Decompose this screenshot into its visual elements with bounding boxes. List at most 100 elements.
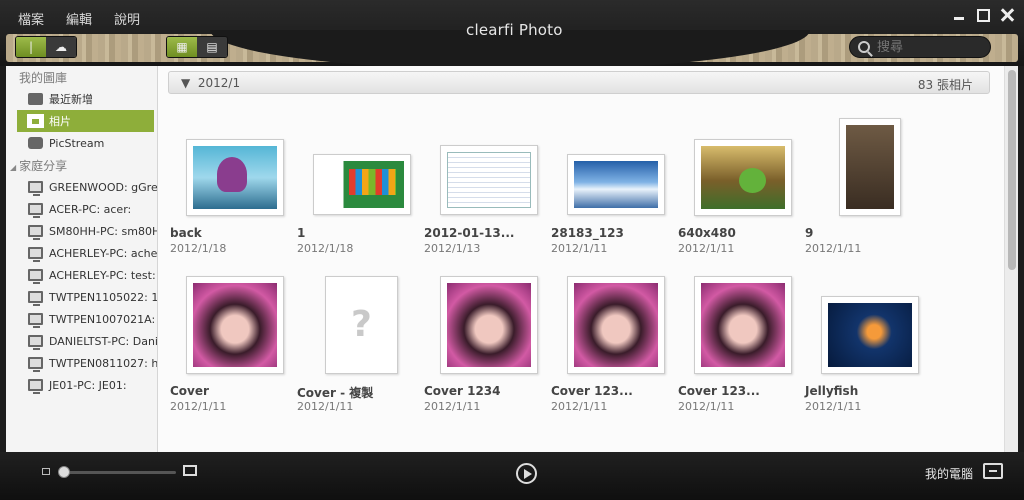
photo-area: ▼ 2012/1 83 張相片 back 2012/1/18 1 2012/1/18 2… xyxy=(158,66,1004,452)
sidebar-item-share[interactable]: ACHERLEY-PC: acherle xyxy=(6,242,157,264)
sidebar-item-label: 相片 xyxy=(49,115,71,128)
computer-icon xyxy=(28,181,43,196)
sidebar-item-share[interactable]: GREENWOOD: gGree xyxy=(6,176,157,198)
sidebar-item-share[interactable]: ACHERLEY-PC: test: xyxy=(6,264,157,286)
photo-image xyxy=(574,283,658,367)
minimize-icon[interactable] xyxy=(952,8,966,22)
photo-thumbnail[interactable] xyxy=(821,296,919,374)
computer-icon xyxy=(28,335,43,350)
photo-thumbnail[interactable] xyxy=(567,154,665,215)
computer-icon xyxy=(28,203,43,218)
photo-thumbnail[interactable] xyxy=(694,276,792,374)
photo-thumbnail[interactable] xyxy=(440,276,538,374)
photo-thumbnail[interactable] xyxy=(567,276,665,374)
photo-image xyxy=(701,146,785,209)
slideshow-play-icon[interactable] xyxy=(516,463,537,484)
large-thumbnail-icon xyxy=(183,465,197,476)
sidebar-item-label: ACER-PC: acer: xyxy=(49,202,132,216)
photo-thumbnail[interactable] xyxy=(839,118,901,216)
view-toggle: ▦ ▤ xyxy=(166,36,228,58)
sidebar-item-label: ACHERLEY-PC: test: xyxy=(49,268,156,282)
search-icon xyxy=(858,41,870,53)
close-icon[interactable] xyxy=(1000,8,1014,22)
bottom-bar: 我的電腦 xyxy=(0,452,1024,500)
photo-date: 2012/1/11 xyxy=(678,242,735,255)
photo-date: 2012/1/11 xyxy=(424,400,481,413)
computer-icon xyxy=(28,379,43,394)
group-header[interactable]: ▼ 2012/1 83 張相片 xyxy=(168,71,990,94)
photo-name: 640x480 xyxy=(678,226,736,240)
menu-file[interactable]: 檔案 xyxy=(18,9,44,28)
photo-thumbnail[interactable] xyxy=(440,145,538,215)
search-input[interactable] xyxy=(877,39,977,55)
computer-icon xyxy=(28,225,43,240)
sidebar-item-share[interactable]: TWTPEN0811027: hh: xyxy=(6,352,157,374)
photo-name: Cover - 複製 xyxy=(297,386,374,400)
sidebar-item-label: TWTPEN1007021A: 100 xyxy=(49,312,157,326)
sidebar-item-share[interactable]: TWTPEN1105022: 1105 xyxy=(6,286,157,308)
vertical-scrollbar[interactable] xyxy=(1004,66,1018,452)
library-heading: 我的圖庫 xyxy=(19,71,68,85)
my-computer-label[interactable]: 我的電腦 xyxy=(925,465,973,482)
photo-image xyxy=(828,303,912,367)
photo-thumbnail[interactable] xyxy=(694,139,792,216)
sidebar-item-photos[interactable]: 相片 xyxy=(17,110,154,132)
photo-date: 2012/1/18 xyxy=(170,242,227,255)
slider-knob[interactable] xyxy=(58,466,70,478)
photo-image xyxy=(447,283,531,367)
sidebar-item-share[interactable]: SM80HH-PC: sm80HH xyxy=(6,220,157,242)
camera-icon xyxy=(28,137,43,149)
sidebar-item-share[interactable]: JE01-PC: JE01: xyxy=(6,374,157,396)
share-list: GREENWOOD: gGree ACER-PC: acer: SM80HH-PC:… xyxy=(6,176,157,396)
photo-thumbnail[interactable] xyxy=(325,276,398,374)
menu-bar: 檔案 編輯 說明 xyxy=(18,9,140,28)
photo-image xyxy=(846,125,894,209)
photo-name: 2012-01-13... xyxy=(424,226,515,240)
computer-icon xyxy=(28,357,43,372)
photo-image xyxy=(447,152,531,208)
app-title: clearfi Photo xyxy=(466,21,563,39)
photo-name: 9 xyxy=(805,226,814,240)
cloud-download-icon[interactable]: ☁ xyxy=(46,37,76,57)
photo-thumbnail[interactable] xyxy=(186,276,284,374)
computer-icon xyxy=(28,247,43,262)
menu-help[interactable]: 說明 xyxy=(114,9,140,28)
scrollbar-thumb[interactable] xyxy=(1008,70,1016,270)
sidebar-item-picstream[interactable]: PicStream xyxy=(6,132,157,154)
photo-name: Cover xyxy=(170,384,209,398)
download-icon xyxy=(28,93,43,105)
photo-name: 1 xyxy=(297,226,306,240)
output-icon[interactable] xyxy=(983,463,1003,479)
sidebar-item-label: TWTPEN1105022: 1105 xyxy=(49,290,158,304)
photo-date: 2012/1/11 xyxy=(170,400,227,413)
photo-name: 28183_123 xyxy=(551,226,624,240)
photo-thumbnail[interactable] xyxy=(186,139,284,216)
photo-count: 83 張相片 xyxy=(917,78,973,92)
library-view-button[interactable]: | xyxy=(16,37,46,57)
computer-icon xyxy=(28,269,43,284)
sidebar-item-share[interactable]: TWTPEN1007021A: 100 xyxy=(6,308,157,330)
sidebar-item-share[interactable]: DANIELTST-PC: Daniel xyxy=(6,330,157,352)
small-thumbnail-icon xyxy=(42,468,50,475)
calendar-icon[interactable]: ▤ xyxy=(197,37,227,57)
sidebar-item-share[interactable]: ACER-PC: acer: xyxy=(6,198,157,220)
thumbnail-size-slider[interactable] xyxy=(58,466,176,478)
photo-name: Cover 1234 xyxy=(424,384,501,398)
photo-image xyxy=(320,161,404,208)
photo-thumbnail[interactable] xyxy=(313,154,411,215)
menu-edit[interactable]: 編輯 xyxy=(66,9,92,28)
search-box[interactable] xyxy=(849,36,991,58)
grid-view-icon[interactable]: ▦ xyxy=(167,37,197,57)
photo-date: 2012/1/11 xyxy=(805,242,862,255)
sidebar-item-recent[interactable]: 最近新增 xyxy=(6,88,157,110)
title-bar: 檔案 編輯 說明 clearfi Photo | ☁ ▦ ▤ xyxy=(0,0,1024,70)
sidebar-item-label: PicStream xyxy=(49,136,105,150)
photo-date: 2012/1/11 xyxy=(678,400,735,413)
maximize-icon[interactable] xyxy=(976,8,990,22)
photo-image xyxy=(193,146,277,209)
home-share-heading[interactable]: ◢ 家庭分享 xyxy=(6,154,157,176)
photo-image xyxy=(332,283,391,367)
group-date: 2012/1 xyxy=(197,76,241,90)
group-title: ▼ 2012/1 xyxy=(181,76,241,90)
photo-date: 2012/1/18 xyxy=(297,242,354,255)
